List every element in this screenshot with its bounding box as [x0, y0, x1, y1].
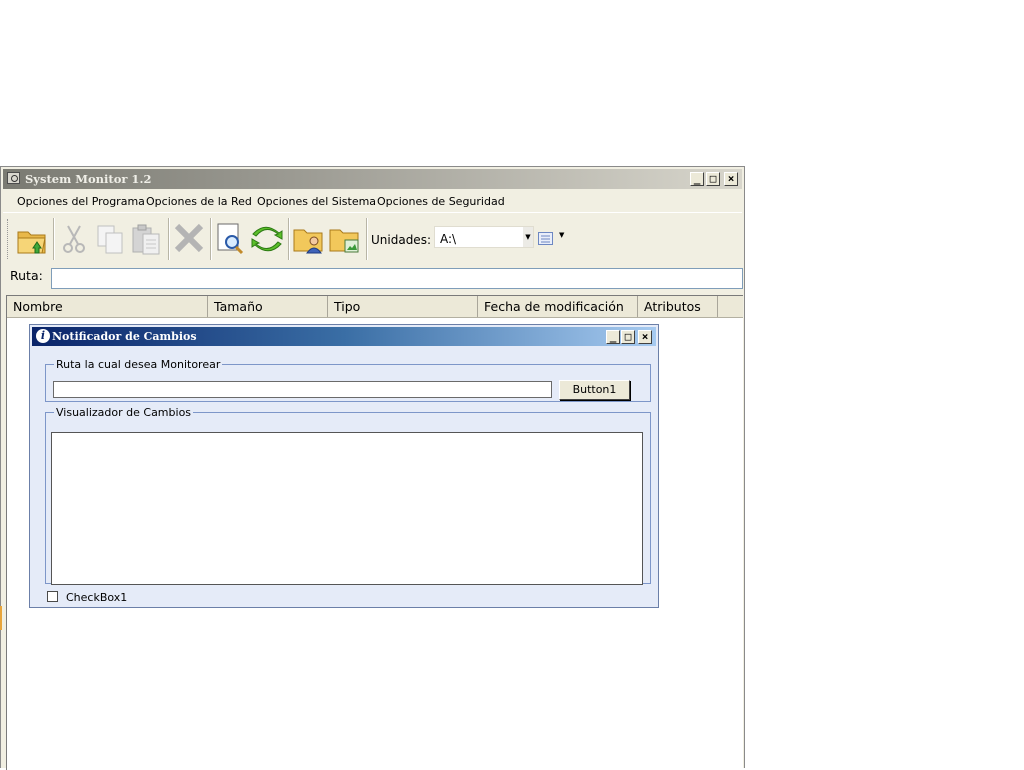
menu-opciones-sistema[interactable]: Opciones del Sistema: [257, 195, 376, 208]
toolbar-separator: [53, 218, 55, 260]
folder-image-icon[interactable]: [328, 220, 362, 258]
changes-viewer-group: Visualizador de Cambios: [45, 406, 651, 585]
column-atributos[interactable]: Atributos: [638, 296, 718, 317]
info-icon[interactable]: i: [36, 329, 50, 343]
menu-opciones-programa[interactable]: Opciones del Programa: [17, 195, 145, 208]
path-input[interactable]: [51, 268, 743, 289]
drive-value: A:\: [440, 232, 457, 246]
copy-icon[interactable]: [93, 220, 127, 258]
menu-bar: Opciones del Programa Opciones de la Red…: [3, 190, 742, 212]
delete-icon[interactable]: [172, 220, 206, 258]
toolbar-grip[interactable]: [7, 219, 11, 259]
paste-icon[interactable]: [129, 220, 163, 258]
column-fecha[interactable]: Fecha de modificación: [478, 296, 638, 317]
maximize-button[interactable]: □: [706, 172, 720, 186]
user-folder-icon[interactable]: [292, 220, 326, 258]
chevron-down-icon[interactable]: ▼: [523, 227, 533, 247]
drives-label: Unidades:: [371, 233, 431, 247]
toolbar-separator: [210, 218, 212, 260]
search-icon[interactable]: [214, 220, 248, 258]
monitor-path-group: Ruta la cual desea Monitorear Button1: [45, 358, 651, 402]
column-tipo[interactable]: Tipo: [328, 296, 478, 317]
menu-opciones-seguridad[interactable]: Opciones de Seguridad: [377, 195, 505, 208]
child-window-title: Notificador de Cambios: [52, 330, 197, 343]
refresh-icon[interactable]: [250, 220, 284, 258]
toolbar: Unidades: A:\ ▼ ▼: [3, 212, 742, 265]
button1[interactable]: Button1: [559, 380, 630, 400]
child-title-bar[interactable]: i Notificador de Cambios _ □ ×: [32, 327, 656, 346]
changes-viewer-group-label: Visualizador de Cambios: [56, 406, 192, 419]
menu-opciones-red[interactable]: Opciones de la Red: [146, 195, 252, 208]
view-mode-icon[interactable]: [538, 232, 553, 245]
cut-icon[interactable]: [57, 220, 91, 258]
window-title: System Monitor 1.2: [25, 172, 152, 186]
column-tamano[interactable]: Tamaño: [208, 296, 328, 317]
drive-select[interactable]: A:\ ▼: [434, 226, 534, 248]
minimize-button[interactable]: _: [690, 172, 704, 186]
close-button[interactable]: ×: [724, 172, 738, 186]
child-minimize-button[interactable]: _: [606, 330, 620, 344]
toolbar-separator: [288, 218, 290, 260]
view-mode-dropdown-icon[interactable]: ▼: [559, 231, 564, 239]
child-close-button[interactable]: ×: [638, 330, 652, 344]
checkbox1[interactable]: [47, 591, 58, 602]
checkbox1-label[interactable]: CheckBox1: [66, 591, 127, 604]
desktop-edge: [0, 606, 2, 630]
main-title-bar[interactable]: System Monitor 1.2 _ □ ×: [3, 169, 742, 189]
toolbar-separator: [366, 218, 368, 260]
toolbar-separator: [168, 218, 170, 260]
open-folder-icon[interactable]: [15, 220, 49, 258]
column-nombre[interactable]: Nombre: [7, 296, 208, 317]
app-icon[interactable]: [7, 172, 20, 184]
monitor-path-input[interactable]: [53, 381, 552, 398]
changes-viewer-textarea[interactable]: [51, 432, 643, 585]
monitor-path-group-label: Ruta la cual desea Monitorear: [56, 358, 221, 371]
path-label: Ruta:: [10, 268, 43, 283]
change-notifier-window: i Notificador de Cambios _ □ × Ruta la c…: [29, 324, 659, 608]
child-maximize-button[interactable]: □: [621, 330, 635, 344]
file-list-header: Nombre Tamaño Tipo Fecha de modificación…: [7, 296, 743, 318]
